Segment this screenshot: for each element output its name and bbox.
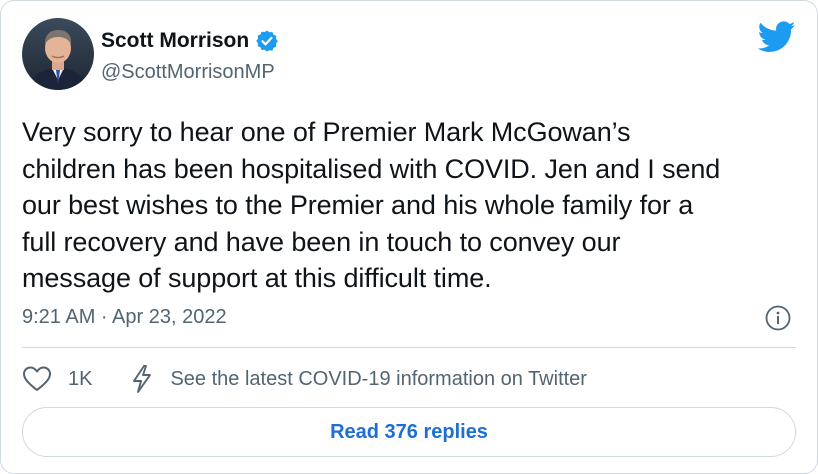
covid-info-link[interactable]: See the latest COVID-19 information on T… bbox=[170, 368, 587, 391]
tweet-card: Scott Morrison @ScottMorrisonMP Very sor… bbox=[0, 0, 818, 474]
author-name-row: Scott Morrison bbox=[101, 29, 279, 53]
tweet-text: Very sorry to hear one of Premier Mark M… bbox=[22, 117, 721, 293]
tweet-timestamp[interactable]: 9:21 AM · Apr 23, 2022 bbox=[22, 306, 227, 329]
action-bar: 1K See the latest COVID-19 information o… bbox=[22, 363, 587, 395]
verified-badge-icon bbox=[255, 29, 279, 53]
lightning-icon[interactable] bbox=[129, 364, 155, 394]
twitter-bird-icon[interactable] bbox=[757, 21, 796, 53]
info-icon[interactable] bbox=[765, 305, 791, 331]
like-count[interactable]: 1K bbox=[68, 368, 92, 391]
avatar[interactable] bbox=[22, 18, 94, 90]
heart-icon[interactable] bbox=[22, 365, 52, 393]
divider bbox=[22, 347, 796, 348]
read-replies-button[interactable]: Read 376 replies bbox=[22, 407, 796, 457]
author-handle[interactable]: @ScottMorrisonMP bbox=[101, 61, 275, 84]
author-display-name[interactable]: Scott Morrison bbox=[101, 29, 249, 53]
